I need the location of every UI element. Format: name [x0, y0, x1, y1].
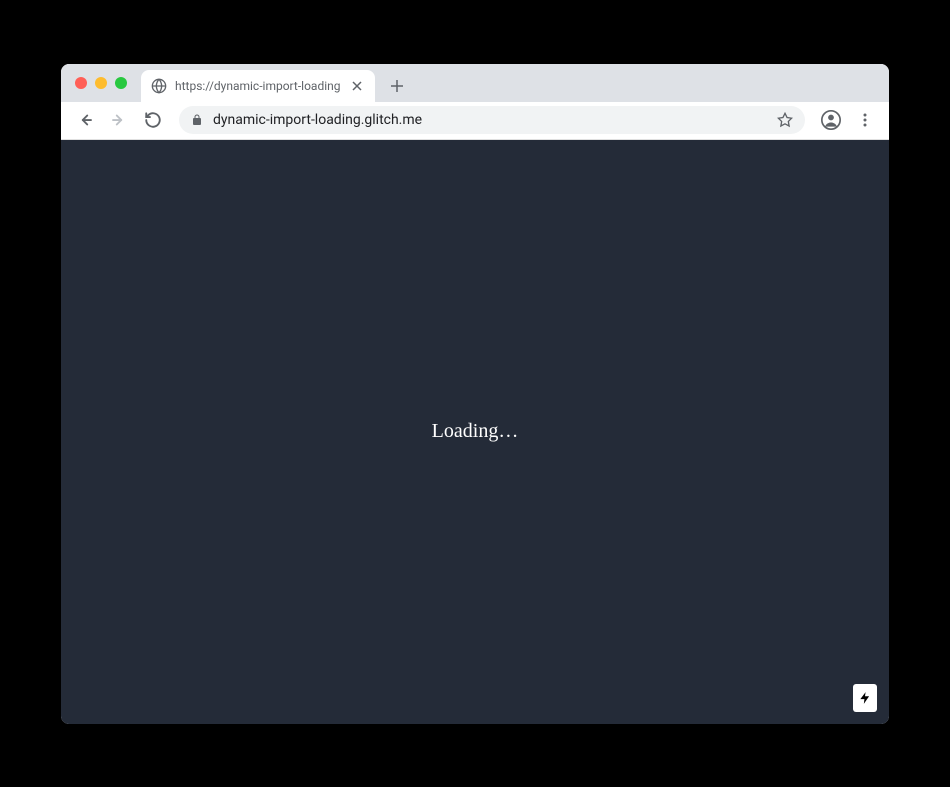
address-bar[interactable]: dynamic-import-loading.glitch.me	[179, 106, 805, 134]
close-window-button[interactable]	[75, 77, 87, 89]
close-tab-icon[interactable]	[349, 78, 365, 94]
forward-button[interactable]	[105, 106, 133, 134]
browser-tab[interactable]: https://dynamic-import-loading	[141, 70, 375, 102]
window-controls	[75, 77, 127, 89]
tab-bar: https://dynamic-import-loading	[61, 64, 889, 102]
browser-window: https://dynamic-import-loading	[61, 64, 889, 724]
maximize-window-button[interactable]	[115, 77, 127, 89]
reload-button[interactable]	[139, 106, 167, 134]
glitch-badge[interactable]	[853, 684, 877, 712]
page-content: Loading…	[61, 140, 889, 724]
new-tab-button[interactable]	[383, 72, 411, 100]
loading-message: Loading…	[432, 420, 519, 443]
url-text: dynamic-import-loading.glitch.me	[213, 112, 767, 128]
globe-icon	[151, 78, 167, 94]
lightning-icon	[858, 689, 872, 707]
browser-toolbar: dynamic-import-loading.glitch.me	[61, 102, 889, 140]
bookmark-star-icon[interactable]	[777, 112, 793, 128]
minimize-window-button[interactable]	[95, 77, 107, 89]
back-button[interactable]	[71, 106, 99, 134]
profile-icon[interactable]	[817, 106, 845, 134]
lock-icon	[191, 113, 203, 127]
menu-icon[interactable]	[851, 106, 879, 134]
tab-title: https://dynamic-import-loading	[175, 79, 341, 93]
